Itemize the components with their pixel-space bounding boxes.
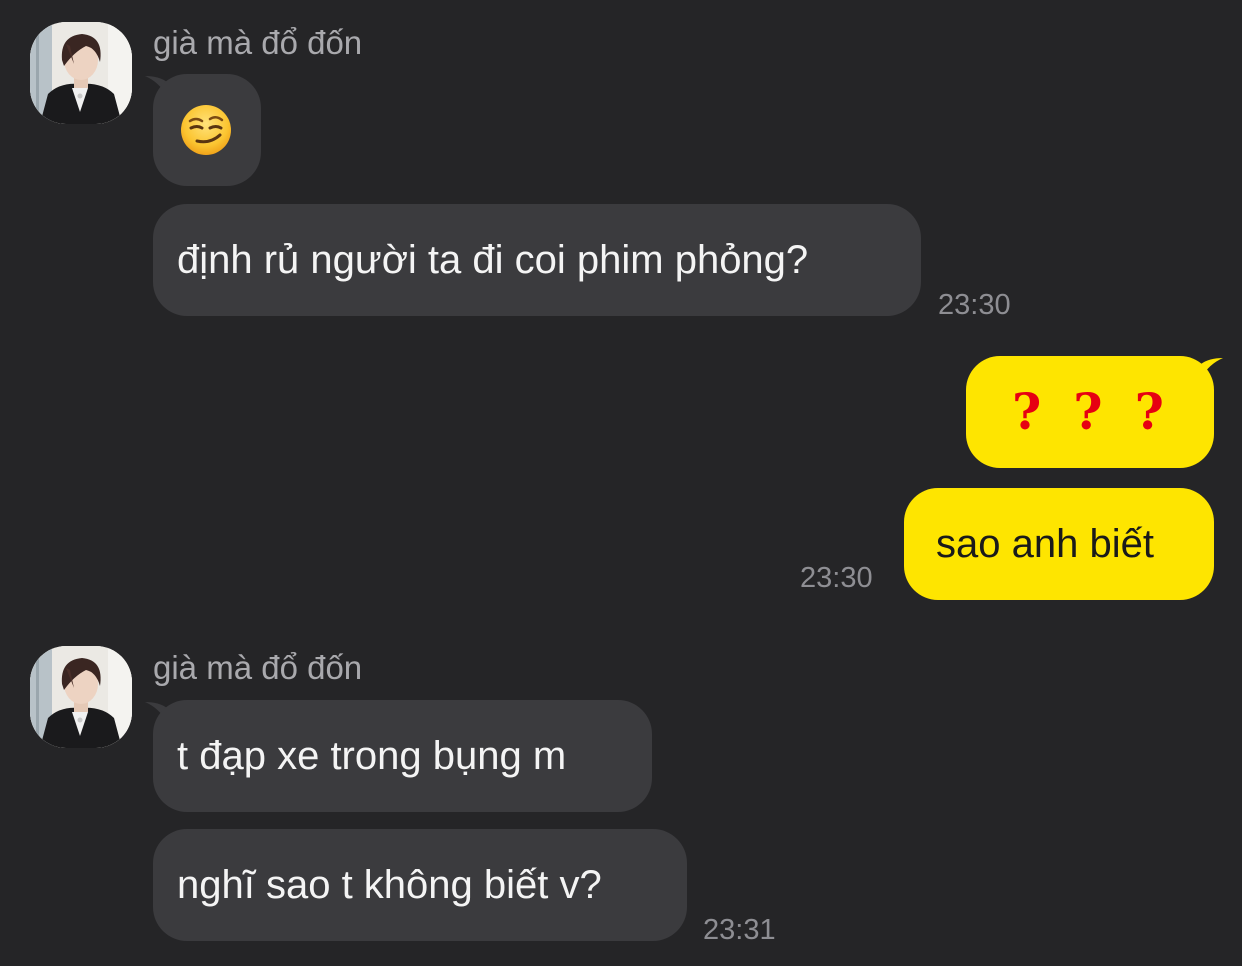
message-bubble-emoji[interactable]: ? ? ? xyxy=(966,356,1214,468)
question-marks-emoji: ? ? ? xyxy=(1012,382,1214,442)
message-bubble[interactable]: nghĩ sao t không biết v? xyxy=(153,829,687,941)
sender-name: già mà đổ đốn xyxy=(153,649,363,686)
message-bubble[interactable]: định rủ người ta đi coi phim phỏng? xyxy=(153,204,921,316)
message-timestamp: 23:30 xyxy=(800,562,873,594)
message-text: sao anh biết xyxy=(936,522,1154,566)
question-mark: ? xyxy=(1134,382,1164,441)
profile-photo xyxy=(30,22,132,124)
sender-avatar[interactable] xyxy=(30,646,132,748)
sender-name: già mà đổ đốn xyxy=(153,24,363,61)
message-text: nghĩ sao t không biết v? xyxy=(177,863,602,907)
smirking-face-emoji xyxy=(181,105,231,155)
message-bubble[interactable]: sao anh biết xyxy=(904,488,1214,600)
message-text: t đạp xe trong bụng m xyxy=(177,734,567,778)
profile-photo xyxy=(30,646,132,748)
chat-conversation: già mà đổ đốn định rủ người ta đi coi ph… xyxy=(0,0,1242,966)
message-timestamp: 23:30 xyxy=(938,289,1011,321)
sender-avatar[interactable] xyxy=(30,22,132,124)
message-bubble[interactable]: t đạp xe trong bụng m xyxy=(153,700,652,812)
message-text: định rủ người ta đi coi phim phỏng? xyxy=(177,238,809,282)
message-timestamp: 23:31 xyxy=(703,914,776,946)
question-mark: ? xyxy=(1073,382,1103,441)
message-bubble-emoji[interactable] xyxy=(153,74,261,186)
question-mark: ? xyxy=(1012,382,1042,441)
